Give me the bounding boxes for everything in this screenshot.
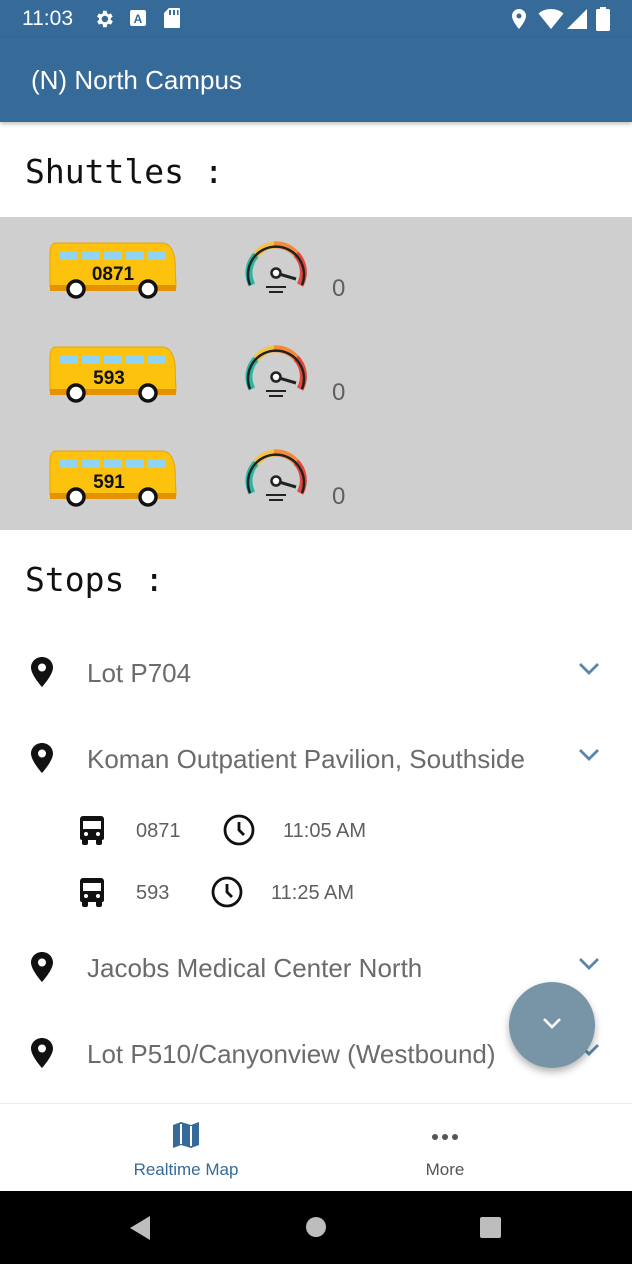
status-time: 11:03 xyxy=(22,7,73,30)
speedometer-icon xyxy=(244,447,308,510)
school-bus-icon: 593 xyxy=(46,343,180,410)
shuttle-speed: 0 xyxy=(332,379,346,406)
arrival-time: 11:25 AM xyxy=(271,882,355,904)
map-pin-icon xyxy=(30,742,54,779)
bus-number-label: 0871 xyxy=(92,264,135,285)
stop-item[interactable]: Lot P704 xyxy=(0,644,632,704)
more-dots-icon xyxy=(431,1128,459,1146)
arrival-bus-number: 0871 xyxy=(136,820,181,842)
shuttle-speed: 0 xyxy=(332,483,346,510)
wifi-icon xyxy=(538,8,564,35)
bus-icon xyxy=(79,876,105,913)
recents-icon[interactable] xyxy=(480,1217,501,1243)
app-title: (N) North Campus xyxy=(31,65,242,95)
school-bus-icon: 591 xyxy=(46,447,180,514)
a-badge-icon: A xyxy=(129,9,147,32)
speedometer-icon xyxy=(244,343,308,406)
bus-number-label: 591 xyxy=(93,472,125,493)
map-pin-icon xyxy=(30,951,54,988)
shuttle-list: 0871 0 593 0 591 0 xyxy=(0,217,632,530)
chevron-down-icon[interactable] xyxy=(578,748,600,767)
stop-name: Lot P510/Canyonview (Westbound) xyxy=(87,1039,496,1069)
clock-icon xyxy=(223,814,255,851)
map-pin-icon xyxy=(30,656,54,693)
stop-name: Koman Outpatient Pavilion, Southside xyxy=(87,744,525,774)
shuttle-speed: 0 xyxy=(332,275,346,302)
arrival-time: 11:05 AM xyxy=(283,820,367,842)
home-icon[interactable] xyxy=(305,1216,327,1243)
stop-name: Jacobs Medical Center North xyxy=(87,953,423,983)
nav-more[interactable]: More xyxy=(287,1104,603,1192)
stops-heading: Stops : xyxy=(25,560,165,599)
back-icon[interactable] xyxy=(128,1215,152,1246)
speedometer-icon xyxy=(244,239,308,302)
school-bus-icon: 0871 xyxy=(46,239,180,306)
map-icon xyxy=(171,1120,201,1155)
sd-card-icon xyxy=(163,7,181,34)
shuttle-row[interactable]: 0871 0 xyxy=(0,239,632,343)
stop-name: Lot P704 xyxy=(87,658,192,688)
app-bar: (N) North Campus xyxy=(0,38,632,122)
gear-icon xyxy=(93,8,115,35)
stop-item[interactable]: Koman Outpatient Pavilion, Southside xyxy=(0,730,632,790)
shuttles-heading: Shuttles : xyxy=(25,152,224,191)
chevron-down-icon[interactable] xyxy=(578,662,600,681)
scroll-down-fab[interactable] xyxy=(509,982,595,1068)
map-pin-icon xyxy=(30,1037,54,1074)
arrival-item: 593 11:25 AM xyxy=(0,874,632,914)
bus-number-label: 593 xyxy=(93,368,125,389)
clock-icon xyxy=(211,876,243,913)
signal-icon xyxy=(566,8,588,35)
arrival-bus-number: 593 xyxy=(136,882,170,904)
shuttle-row[interactable]: 593 0 xyxy=(0,343,632,447)
shuttle-row[interactable]: 591 0 xyxy=(0,447,632,551)
chevron-down-icon[interactable] xyxy=(578,957,600,976)
arrival-item: 0871 11:05 AM xyxy=(0,812,632,852)
nav-label: More xyxy=(425,1160,465,1179)
battery-icon xyxy=(596,7,610,36)
bottom-navigation: Realtime Map More xyxy=(0,1103,632,1191)
location-icon xyxy=(510,8,528,35)
status-bar: 11:03 A xyxy=(0,0,632,38)
chevron-down-icon xyxy=(543,1018,561,1029)
bus-icon xyxy=(79,814,105,851)
system-navigation-bar xyxy=(0,1191,632,1264)
svg-text:A: A xyxy=(134,12,143,26)
